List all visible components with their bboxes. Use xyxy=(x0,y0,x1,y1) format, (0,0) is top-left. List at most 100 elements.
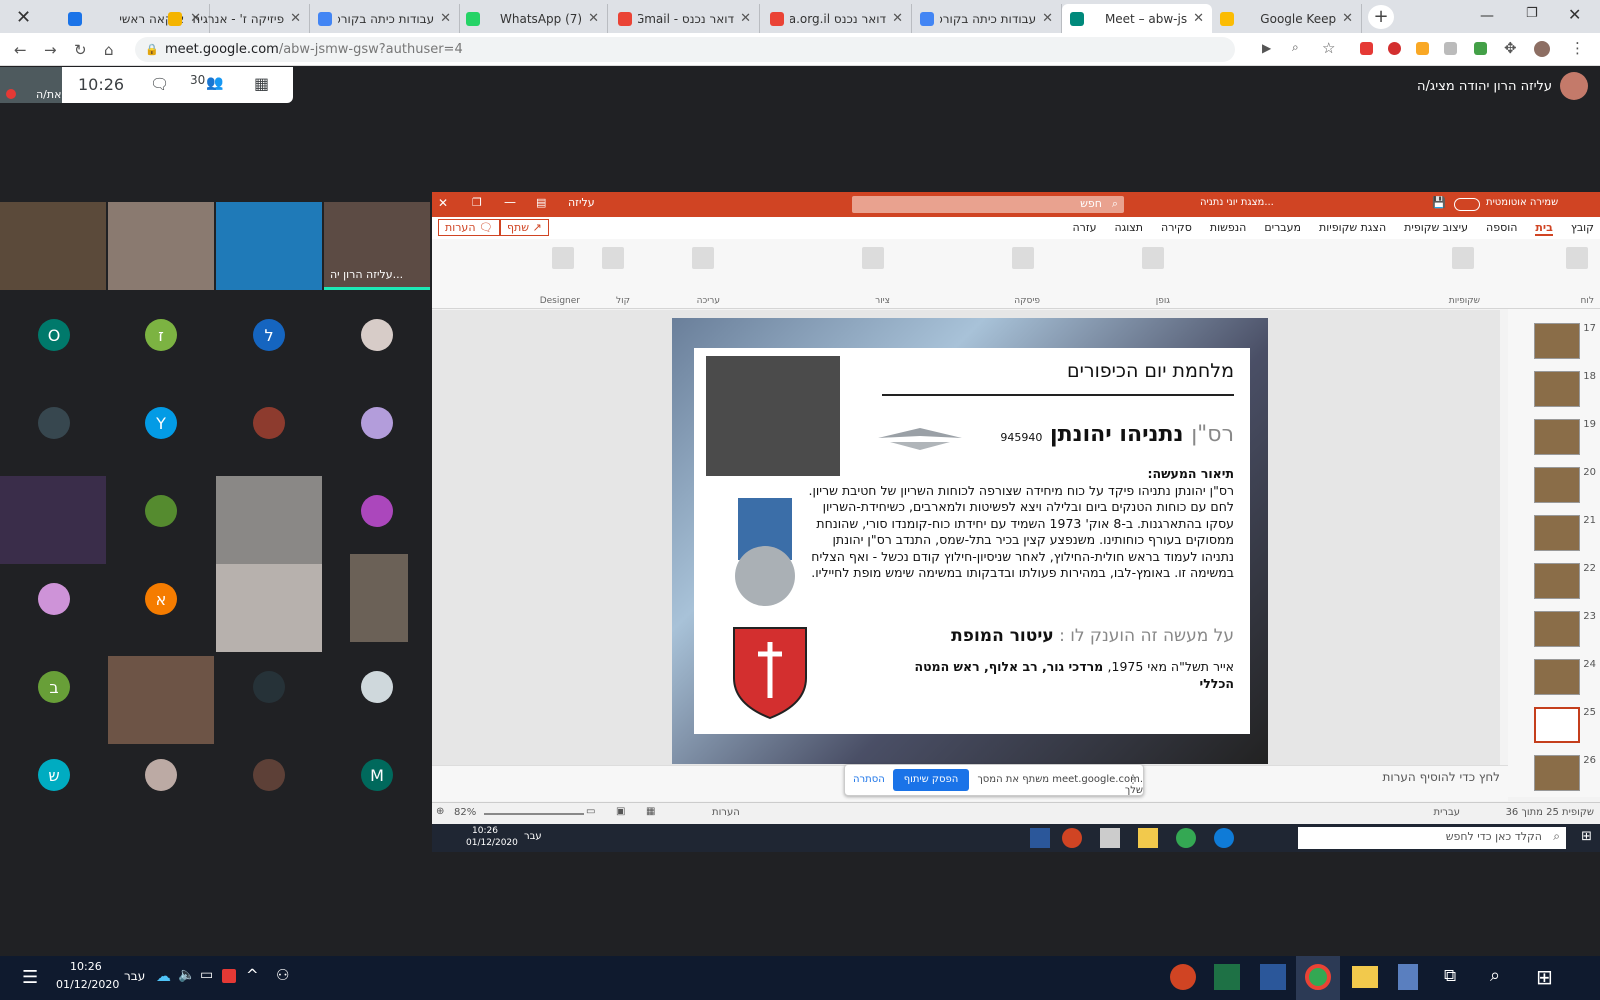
reading-view-icon[interactable]: ▣ xyxy=(616,806,625,817)
participant-initial-avatar[interactable]: ב xyxy=(38,671,70,703)
extension-icon[interactable] xyxy=(1474,42,1487,55)
onedrive-icon[interactable]: ☁ xyxy=(156,967,171,985)
new-tab-button[interactable]: + xyxy=(1368,5,1394,29)
participant-video[interactable]: עליזה הרון יה... xyxy=(324,202,430,290)
stop-sharing-button[interactable]: הפסק שיתוף xyxy=(893,769,969,791)
slide-thumbnail[interactable] xyxy=(1534,467,1580,503)
extensions-puzzle-icon[interactable]: ✥ xyxy=(1504,39,1517,57)
ribbon-button[interactable] xyxy=(862,247,884,269)
slide-thumbnail[interactable] xyxy=(1534,659,1580,695)
pp-ribbon-options-icon[interactable]: ▤ xyxy=(536,196,546,209)
close-icon[interactable]: ✕ xyxy=(1568,5,1581,24)
activities-icon[interactable]: ▦ xyxy=(254,74,269,93)
network-icon[interactable]: ▭ xyxy=(200,967,213,983)
action-center-icon[interactable]: ☰ xyxy=(22,967,38,988)
browser-tab[interactable]: (7) WhatsApp ✕ xyxy=(458,4,608,33)
slide-thumbnail[interactable] xyxy=(1534,515,1580,551)
zoom-slider[interactable] xyxy=(484,813,584,815)
tray-app-icon[interactable] xyxy=(222,969,236,983)
zoom-level[interactable]: 82% xyxy=(454,807,476,818)
store-icon[interactable] xyxy=(1100,828,1120,848)
extension-icon[interactable] xyxy=(1388,42,1401,55)
participant-initial-avatar[interactable]: M xyxy=(361,759,393,791)
participant-video[interactable] xyxy=(216,564,322,652)
url-field[interactable]: 🔒 meet.google.com/abw-jsmw-gsw?authuser=… xyxy=(135,37,1235,62)
participant-video[interactable] xyxy=(108,202,214,290)
extension-icon[interactable] xyxy=(1444,42,1457,55)
windows-start-icon[interactable]: ⊞ xyxy=(1581,829,1592,844)
browser-tab[interactable]: עבודות כיתה בקורס ✕ xyxy=(310,4,460,33)
ribbon-button[interactable] xyxy=(1452,247,1474,269)
minimize-icon[interactable]: — xyxy=(1480,8,1494,24)
participant-video[interactable] xyxy=(0,202,106,290)
slide-thumbnail[interactable] xyxy=(1534,323,1580,359)
participant-initial-avatar[interactable]: ש xyxy=(38,759,70,791)
slide-thumbnail[interactable] xyxy=(1534,611,1580,647)
ribbon-button[interactable] xyxy=(1012,247,1034,269)
ribbon-tab[interactable]: סקירה xyxy=(1161,221,1192,236)
extension-icon[interactable] xyxy=(1416,42,1429,55)
ribbon-tab[interactable]: הצגת שקופיות xyxy=(1319,221,1386,236)
participant-initial-avatar[interactable]: ז xyxy=(145,319,177,351)
tab-close-icon[interactable]: ✕ xyxy=(290,11,301,26)
volume-icon[interactable]: 🔈 xyxy=(178,967,195,983)
pp-close-icon[interactable]: ✕ xyxy=(438,196,448,210)
participants-count[interactable]: 30 xyxy=(190,73,205,87)
powerpoint-icon[interactable] xyxy=(1062,828,1082,848)
menu-icon[interactable]: ⋮ xyxy=(1570,39,1585,57)
star-icon[interactable]: ☆ xyxy=(1322,39,1335,57)
participant-initial-avatar[interactable]: א xyxy=(145,583,177,615)
ribbon-tab[interactable]: קובץ xyxy=(1571,221,1594,236)
participant-video[interactable] xyxy=(216,476,322,564)
browser-tab[interactable]: עבודות כיתה בקורס ✕ xyxy=(912,4,1062,33)
participant-initial-avatar[interactable]: ל xyxy=(253,319,285,351)
browser-tab[interactable]: דואר נכנס fa.org.il ✕ xyxy=(762,4,912,33)
sorter-view-icon[interactable]: ▦ xyxy=(646,806,655,817)
browser-tab[interactable]: Google Keep ✕ xyxy=(1212,4,1362,33)
tab-close-icon[interactable]: ✕ xyxy=(740,11,751,26)
ribbon-button[interactable] xyxy=(692,247,714,269)
calculator-task-icon[interactable] xyxy=(1398,964,1418,990)
tab-close-icon[interactable]: ✕ xyxy=(588,11,599,26)
people-icon[interactable]: 👥 xyxy=(206,75,223,91)
profile-avatar[interactable] xyxy=(1534,41,1550,57)
ribbon-button[interactable] xyxy=(602,247,624,269)
pp-minimize-icon[interactable]: — xyxy=(504,195,516,209)
ribbon-tab[interactable]: עיצוב שקופית xyxy=(1404,221,1468,236)
powerpoint-task-icon[interactable] xyxy=(1170,964,1196,990)
ribbon-tab[interactable]: עזרה xyxy=(1072,221,1096,236)
hide-share-bar-button[interactable]: הסתרה xyxy=(853,774,885,785)
ribbon-button[interactable] xyxy=(1566,247,1588,269)
chrome-icon[interactable] xyxy=(1176,828,1196,848)
windows-start-icon[interactable]: ⊞ xyxy=(1536,965,1553,989)
tab-close-icon[interactable]: ✕ xyxy=(1342,11,1353,26)
tab-close-icon[interactable]: ✕ xyxy=(1042,11,1053,26)
chrome-task-icon[interactable] xyxy=(1305,964,1331,990)
chevron-up-icon[interactable]: ^ xyxy=(246,966,259,984)
chat-icon[interactable]: 🗨 xyxy=(150,75,169,93)
slide-thumbnail[interactable] xyxy=(1534,563,1580,599)
participant-video[interactable] xyxy=(108,656,214,744)
excel-task-icon[interactable] xyxy=(1214,964,1240,990)
ribbon-tab[interactable]: הנפשות xyxy=(1210,221,1246,236)
close-window-icon[interactable]: ✕ xyxy=(16,7,31,28)
browser-tab[interactable]: Meet – abw-js ✕ xyxy=(1062,4,1212,33)
word-icon[interactable] xyxy=(1030,828,1050,848)
participant-video[interactable] xyxy=(216,202,322,290)
slide-thumbnail[interactable] xyxy=(1534,371,1580,407)
browser-tab[interactable]: דואר נכנס - Gmail ✕ xyxy=(610,4,760,33)
slide-thumbnail[interactable] xyxy=(1534,755,1580,791)
tab-close-icon[interactable]: ✕ xyxy=(1193,11,1204,26)
zoom-icon[interactable]: ⌕ xyxy=(1292,40,1299,55)
task-view-icon[interactable]: ⧉ xyxy=(1444,966,1456,986)
slide-thumbnail[interactable] xyxy=(1534,419,1580,455)
normal-view-icon[interactable]: ▭ xyxy=(586,806,595,817)
slide-canvas[interactable]: מלחמת יום הכיפורים רס"ן נתניהו יהונתן 94… xyxy=(672,318,1268,764)
share-button[interactable]: שתף ↗ xyxy=(500,219,549,236)
pp-search-box[interactable]: חפש ⌕ xyxy=(852,196,1124,213)
tab-close-icon[interactable]: ✕ xyxy=(440,11,451,26)
forward-icon[interactable]: → xyxy=(44,41,57,59)
drag-handle-icon[interactable]: ⋮ xyxy=(1127,772,1139,786)
save-icon[interactable]: 💾 xyxy=(1432,196,1446,209)
pp-user-name[interactable]: עליזה xyxy=(568,196,595,209)
